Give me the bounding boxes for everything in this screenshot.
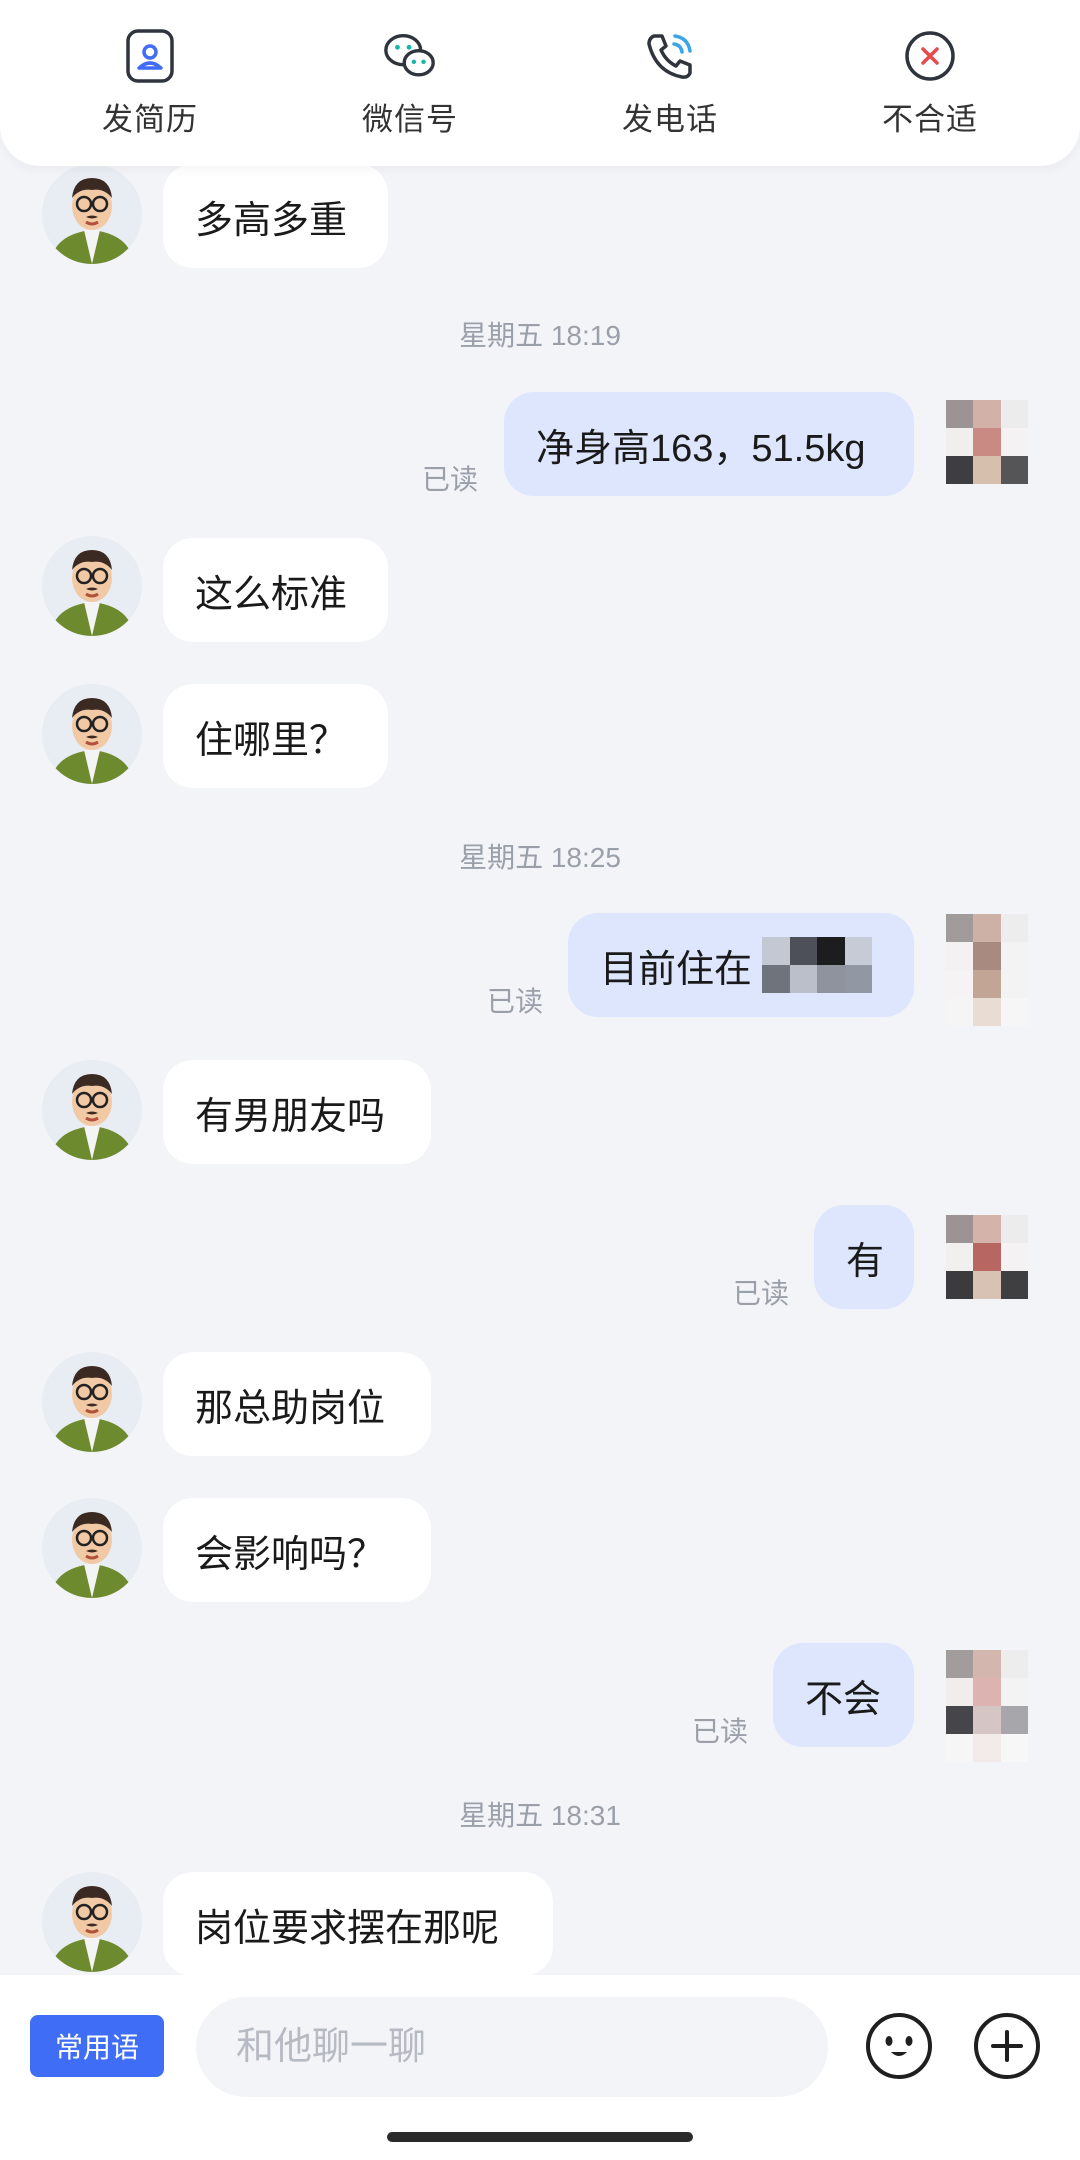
action-label: 不合适 — [882, 101, 978, 137]
emoji-icon — [865, 2012, 933, 2085]
more-button[interactable] — [972, 2012, 1042, 2085]
resume-icon — [122, 28, 178, 84]
contact-avatar[interactable] — [42, 1352, 142, 1452]
contact-avatar[interactable] — [42, 1498, 142, 1598]
contact-avatar[interactable] — [42, 164, 142, 264]
redacted-text — [762, 937, 873, 993]
outgoing-message[interactable]: 不会 — [773, 1643, 914, 1747]
emoji-button[interactable] — [864, 2012, 934, 2085]
incoming-message[interactable]: 岗位要求摆在那呢 — [163, 1872, 553, 1976]
read-receipt: 已读 — [692, 1716, 749, 1747]
incoming-message[interactable]: 有男朋友吗 — [163, 1060, 431, 1164]
my-avatar-pixelated — [946, 1215, 1028, 1299]
not-suitable-button[interactable]: 不合适 — [830, 28, 1030, 139]
incoming-message[interactable]: 这么标准 — [163, 538, 388, 642]
incoming-message[interactable]: 那总助岗位 — [163, 1352, 431, 1456]
contact-avatar[interactable] — [42, 1060, 142, 1160]
message-input[interactable] — [196, 1997, 828, 2097]
message-text: 目前住在 — [600, 948, 753, 991]
action-label: 微信号 — [362, 101, 458, 137]
phone-icon — [642, 28, 698, 84]
outgoing-message[interactable]: 有 — [814, 1205, 914, 1309]
contact-avatar[interactable] — [42, 536, 142, 636]
chat-area: 多高多重 星期五 18:19 已读 净身高163，51.5kg 这么标准 住哪里… — [0, 0, 1080, 1976]
my-avatar-pixelated — [946, 914, 1028, 1026]
timestamp: 星期五 18:25 — [459, 842, 621, 873]
quick-phrases-button[interactable]: 常用语 — [30, 2015, 164, 2077]
contact-avatar[interactable] — [42, 1872, 142, 1972]
outgoing-message[interactable]: 目前住在 — [568, 913, 914, 1017]
timestamp: 星期五 18:31 — [459, 1800, 621, 1831]
my-avatar-pixelated — [946, 1650, 1028, 1762]
timestamp: 星期五 18:19 — [459, 320, 621, 351]
plus-icon — [973, 2012, 1041, 2085]
action-label: 发电话 — [622, 101, 718, 137]
read-receipt: 已读 — [422, 464, 479, 495]
close-circle-icon — [902, 28, 958, 84]
message-input-bar: 常用语 — [0, 1975, 1080, 2160]
outgoing-message[interactable]: 净身高163，51.5kg — [504, 392, 914, 496]
send-resume-button[interactable]: 发简历 — [50, 28, 250, 139]
read-receipt: 已读 — [487, 986, 544, 1017]
wechat-id-button[interactable]: 微信号 — [310, 28, 510, 139]
phone-call-button[interactable]: 发电话 — [570, 28, 770, 139]
home-indicator[interactable] — [387, 2132, 693, 2142]
incoming-message[interactable]: 会影响吗？ — [163, 1498, 431, 1602]
action-label: 发简历 — [102, 101, 198, 137]
my-avatar-pixelated — [946, 400, 1028, 484]
wechat-icon — [382, 28, 438, 84]
chat-action-bar: 发简历 微信号 发电话 不合适 — [0, 0, 1080, 166]
incoming-message[interactable]: 住哪里？ — [163, 684, 388, 788]
incoming-message[interactable]: 多高多重 — [163, 164, 388, 268]
contact-avatar[interactable] — [42, 684, 142, 784]
read-receipt: 已读 — [733, 1278, 790, 1309]
